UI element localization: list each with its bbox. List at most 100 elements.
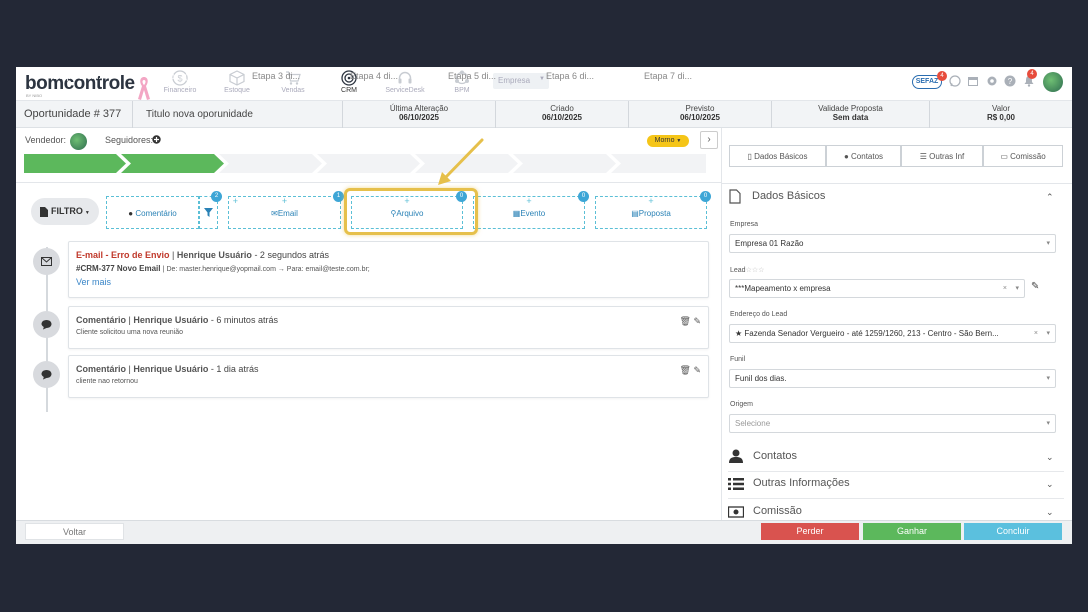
stage-4[interactable] (317, 154, 420, 173)
clear-icon[interactable]: × (1003, 280, 1007, 297)
origin-field-label: Origem (730, 401, 753, 408)
stage-7[interactable] (611, 154, 706, 173)
card-header: Comentário | Henrique Usuário - 6 minuto… (76, 315, 701, 325)
tab-outras-inf[interactable]: ☰ Outras Inf (901, 145, 983, 167)
trash-icon[interactable]: 🗑 (680, 316, 691, 326)
stage-1[interactable] (24, 154, 126, 173)
plus-icon: + (281, 196, 288, 206)
calendar-icon[interactable] (967, 75, 979, 87)
document-icon (729, 189, 741, 204)
nav-label: CRM (341, 87, 357, 94)
origin-field[interactable]: Selecione ▾ (729, 414, 1056, 433)
created-label: Criado (550, 104, 574, 113)
tab-label: Outras Inf (929, 152, 965, 161)
card-separator: | (128, 364, 131, 374)
company-field[interactable]: Empresa 01 Razão ▾ (729, 234, 1056, 253)
chevron-down-icon[interactable]: ⌄ (1046, 507, 1054, 518)
funnel-field-value: Funil dos dias. (735, 374, 787, 383)
proposal-action[interactable]: + ▤Proposta (595, 196, 707, 229)
expected-cell: Previsto 06/10/2025 (628, 101, 771, 128)
seller-label: Vendedor: (25, 135, 67, 145)
stage-6-label: Etapa 6 di... (545, 71, 595, 81)
stage-3[interactable] (219, 154, 322, 173)
tab-label: Comissão (1010, 152, 1046, 161)
tab-dados-basicos[interactable]: ▯ Dados Básicos (729, 145, 826, 167)
timeline-comment-marker (33, 311, 60, 338)
card-time: - 6 minutos atrás (210, 315, 278, 325)
lose-button[interactable]: Perder (761, 523, 859, 540)
envelope-icon (41, 257, 52, 266)
section-contatos[interactable]: Contatos (753, 450, 797, 462)
edit-icon[interactable]: ✎ (693, 316, 701, 326)
card-header: Comentário | Henrique Usuário - 1 dia at… (76, 364, 701, 374)
star-rating-icon[interactable]: ☆☆☆ (746, 267, 765, 274)
email-label: Email (277, 209, 298, 218)
chevron-down-icon: ▾ (1046, 420, 1050, 427)
email-subject: #CRM-377 Novo Email (76, 264, 161, 273)
collapse-panel-button[interactable]: › (700, 131, 718, 149)
lead-field[interactable]: ***Mapeamento x empresa × ▾ (729, 279, 1025, 298)
win-button[interactable]: Ganhar (863, 523, 961, 540)
back-button[interactable]: Voltar (25, 523, 124, 540)
chevron-down-icon: ▾ (1046, 240, 1050, 247)
chevron-down-icon[interactable]: ⌄ (1046, 452, 1054, 463)
section-outras-informacoes[interactable]: Outras Informações (753, 477, 850, 489)
created-cell: Criado 06/10/2025 (495, 101, 628, 128)
stage-4-label: Etapa 4 di... (349, 71, 399, 81)
add-follower-icon[interactable] (152, 135, 161, 144)
stage-2[interactable] (121, 154, 224, 173)
whatsapp-icon[interactable] (949, 75, 961, 87)
seller-avatar[interactable] (70, 133, 87, 150)
timeline-email-marker (33, 248, 60, 275)
email-meta: | De: master.henrique@yopmail.com → Para… (162, 266, 370, 273)
filter-button[interactable]: FILTRO ▼ (31, 198, 99, 225)
svg-text:?: ? (1008, 77, 1013, 86)
divider (721, 183, 1072, 184)
list-icon: ☰ (919, 152, 927, 161)
event-action[interactable]: + ▦Evento (473, 196, 585, 229)
edit-lead-icon[interactable]: ✎ (1031, 281, 1039, 292)
tab-comissao[interactable]: ▭ Comissão (983, 145, 1063, 167)
divider (728, 471, 1064, 472)
conclude-button[interactable]: Concluir (964, 523, 1062, 540)
funnel-field[interactable]: Funil dos dias. ▾ (729, 369, 1056, 388)
gear-icon[interactable] (986, 75, 998, 87)
section-comissao[interactable]: Comissão (753, 505, 802, 517)
divider (132, 101, 133, 128)
chevron-down-icon[interactable]: ⌄ (1046, 479, 1054, 490)
divider (728, 498, 1064, 499)
see-more-link[interactable]: Ver mais (76, 277, 111, 287)
last-change-cell: Última Alteração 06/10/2025 (342, 101, 495, 128)
card-separator: | (128, 315, 131, 325)
clear-icon[interactable]: × (1033, 325, 1038, 342)
comment-action[interactable]: + ● Comentário (106, 196, 238, 229)
followers-label: Seguidores: (105, 135, 154, 145)
help-icon[interactable]: ? (1004, 75, 1016, 87)
opportunity-id: Oportunidade # 377 (24, 108, 122, 120)
email-count: 1 (333, 191, 344, 202)
stage-1-label: Etapa 1 di... (52, 71, 102, 81)
user-avatar[interactable] (1043, 72, 1063, 92)
trash-icon[interactable]: 🗑 (680, 365, 691, 375)
tab-contatos[interactable]: ● Contatos (826, 145, 901, 167)
temperature-badge[interactable]: Morno ▼ (647, 135, 689, 147)
chevron-up-icon[interactable]: ⌃ (1046, 192, 1054, 203)
stage-5-label: Etapa 5 di... (447, 71, 497, 81)
pointer-arrow-icon (438, 138, 484, 185)
stage-6[interactable] (513, 154, 616, 173)
plus-icon: + (648, 196, 654, 206)
timeline-card-comment: Comentário | Henrique Usuário - 6 minuto… (68, 306, 709, 349)
chevron-down-icon: ▾ (1046, 325, 1050, 342)
document-icon (40, 207, 48, 217)
last-change-value: 06/10/2025 (398, 113, 440, 122)
user-icon (729, 449, 743, 463)
comment-icon: ● (128, 209, 134, 218)
email-action[interactable]: + ✉Email (228, 196, 341, 229)
tab-label: Contatos (851, 152, 884, 161)
nav-label: Financeiro (163, 87, 197, 94)
card-user: Henrique Usuário (133, 364, 209, 374)
address-field[interactable]: ★ Fazenda Senador Vergueiro - até 1259/1… (729, 324, 1056, 343)
opportunity-title[interactable]: Titulo nova oporunidade (146, 109, 253, 120)
event-label: Evento (520, 209, 546, 218)
edit-icon[interactable]: ✎ (693, 365, 701, 375)
